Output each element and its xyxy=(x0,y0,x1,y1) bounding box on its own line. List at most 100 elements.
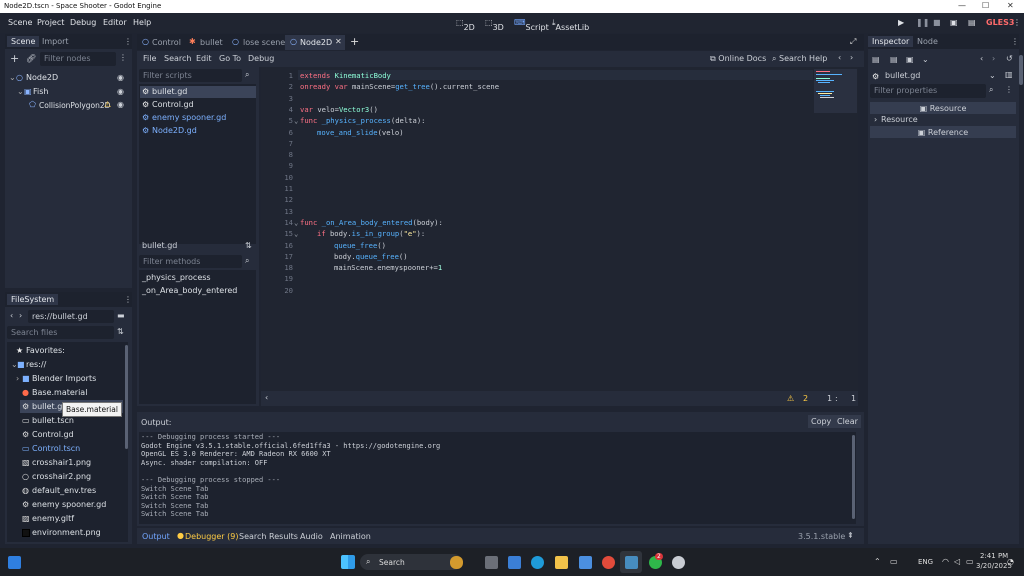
tree-node-collisionpolygon2d[interactable]: CollisionPolygon2D xyxy=(39,101,110,110)
wifi-icon[interactable]: ◠ xyxy=(942,557,949,566)
script-item-enemy-spooner[interactable]: enemy spooner.gd xyxy=(152,113,226,122)
fs-control-gd[interactable]: Control.gd xyxy=(32,430,74,439)
close-tab-icon[interactable]: ✕ xyxy=(335,37,342,46)
bottom-tab-search-results[interactable]: Search Results xyxy=(239,532,298,541)
fold-arrow-icon[interactable]: ⌄ xyxy=(294,218,298,227)
filter-scripts-input[interactable]: Filter scripts xyxy=(139,69,242,82)
output-scrollbar[interactable] xyxy=(852,435,855,519)
fs-enemy-gltf[interactable]: enemy.gltf xyxy=(32,514,74,523)
expand-arrow-icon[interactable]: › xyxy=(16,375,19,383)
scene-tab-lose-scene[interactable]: lose scene xyxy=(243,38,285,47)
search-help-button[interactable]: ⌕ Search Help xyxy=(772,54,827,64)
collapse-arrow-icon[interactable]: ⌄ xyxy=(17,88,24,96)
fullscreen-icon[interactable]: ⤢ xyxy=(850,37,856,47)
tab-scene[interactable]: Scene xyxy=(7,36,40,47)
notifications-icon[interactable]: ◔ xyxy=(1007,557,1014,566)
tree-node-node2d[interactable]: Node2D xyxy=(26,73,58,82)
chat-icon[interactable] xyxy=(508,556,521,569)
fs-enemy-spooner[interactable]: enemy spooner.gd xyxy=(32,500,106,509)
object-properties-icon[interactable]: ▥ xyxy=(1005,70,1013,79)
taskbar-search-box[interactable]: ⌕ Search xyxy=(360,554,462,570)
add-node-icon[interactable]: + xyxy=(10,52,19,65)
bottom-tab-output[interactable]: Output xyxy=(142,532,170,541)
scene-options-icon[interactable]: ⋮ xyxy=(119,53,127,62)
object-dropdown-icon[interactable]: ⌄ xyxy=(989,71,996,80)
script-menu-search[interactable]: Search xyxy=(164,54,191,63)
edge-icon[interactable] xyxy=(531,556,544,569)
method-item[interactable]: _physics_process xyxy=(142,273,211,282)
fs-res-root[interactable]: res:// xyxy=(26,360,46,369)
new-resource-icon[interactable]: ▤ xyxy=(872,55,880,64)
link-icon[interactable]: 🔗︎ xyxy=(26,54,36,63)
fs-favorites[interactable]: Favorites: xyxy=(26,346,65,355)
history-forward-icon[interactable]: › xyxy=(992,54,995,63)
history-back-icon[interactable]: ‹ xyxy=(980,54,983,63)
resource-section-header[interactable]: ▣ Resource xyxy=(870,102,1016,114)
save-options-icon[interactable]: ⌄ xyxy=(922,55,929,64)
script-item-node2d[interactable]: Node2D.gd xyxy=(152,126,197,135)
play-icon[interactable]: ▶ xyxy=(898,18,904,27)
widgets-icon[interactable] xyxy=(8,556,21,569)
chevron-up-icon[interactable]: ⌃ xyxy=(874,557,881,566)
scene-dock-menu-icon[interactable]: ⋮ xyxy=(124,37,132,46)
expand-arrow-icon[interactable]: › xyxy=(874,115,877,124)
start-icon[interactable] xyxy=(341,555,355,569)
tray-icon[interactable]: ▭ xyxy=(890,557,898,566)
online-docs-button[interactable]: ⧉ Online Docs xyxy=(710,54,766,64)
stop-icon[interactable]: ■ xyxy=(933,18,941,27)
code-minimap[interactable] xyxy=(814,69,857,113)
fs-environment-png[interactable]: environment.png xyxy=(32,528,101,537)
filesystem-path-field[interactable]: res://bullet.gd xyxy=(28,310,114,323)
tab-node[interactable]: Node xyxy=(913,36,942,47)
godot-icon[interactable] xyxy=(625,556,638,569)
file-explorer-icon[interactable] xyxy=(555,556,568,569)
open-resource-icon[interactable]: ▤ xyxy=(890,55,898,64)
close-icon[interactable]: ✕ xyxy=(1007,1,1014,10)
tab-import[interactable]: Import xyxy=(38,36,73,47)
filter-properties-input[interactable]: Filter properties xyxy=(870,84,986,98)
task-view-icon[interactable] xyxy=(485,556,498,569)
store-icon[interactable] xyxy=(579,556,592,569)
fs-crosshair2[interactable]: crosshair2.png xyxy=(32,472,91,481)
visibility-eye-icon[interactable]: ◉ xyxy=(117,88,124,96)
add-tab-icon[interactable]: + xyxy=(350,35,359,48)
scene-filter-input[interactable]: Filter nodes xyxy=(40,52,116,66)
property-options-icon[interactable]: ⋮ xyxy=(1005,85,1013,94)
tab-inspector[interactable]: Inspector xyxy=(868,36,914,47)
method-item[interactable]: _on_Area_body_entered xyxy=(142,286,237,295)
inspected-object-name[interactable]: bullet.gd xyxy=(885,71,920,80)
warning-icon[interactable]: ⚠ xyxy=(104,101,111,109)
split-view-icon[interactable]: ▬ xyxy=(117,311,125,320)
scene-tab-control[interactable]: Control xyxy=(152,38,181,47)
resource-property[interactable]: Resource xyxy=(881,115,918,124)
fold-arrow-icon[interactable]: ⌄ xyxy=(294,229,298,238)
script-item-bullet[interactable]: bullet.gd xyxy=(152,87,187,96)
bottom-tab-audio[interactable]: Audio xyxy=(300,532,323,541)
minimize-icon[interactable]: — xyxy=(958,1,966,10)
tab-filesystem[interactable]: FileSystem xyxy=(7,294,59,305)
reference-section-header[interactable]: ▣ Reference xyxy=(870,126,1016,138)
play-custom-icon[interactable]: ▤ xyxy=(968,18,976,27)
chrome-icon[interactable] xyxy=(602,556,615,569)
renderer-dropdown-icon[interactable]: ⋮ xyxy=(1013,18,1021,27)
forward-arrow-icon[interactable]: › xyxy=(19,311,22,320)
script-menu-file[interactable]: File xyxy=(143,54,156,63)
tree-node-fish[interactable]: Fish xyxy=(33,87,48,96)
code-editor[interactable]: 1 2 3 4 5 6 7 8 9 10 11 12 13 14 15 16 1… xyxy=(261,67,858,391)
pin-panel-icon[interactable]: ⇞ xyxy=(847,531,854,540)
fs-crosshair1[interactable]: crosshair1.png xyxy=(32,458,91,467)
workspace-assetlib[interactable]: ⤓ AssetLib xyxy=(552,18,589,32)
fs-blender-imports[interactable]: Blender Imports xyxy=(32,374,96,383)
pause-icon[interactable]: ❚❚ xyxy=(916,18,929,27)
scene-tab-node2d[interactable]: Node2D xyxy=(300,38,332,47)
fs-default-env[interactable]: default_env.tres xyxy=(32,486,96,495)
prev-script-icon[interactable]: ‹ xyxy=(838,53,841,62)
fold-arrow-icon[interactable]: ⌄ xyxy=(294,116,298,125)
back-arrow-icon[interactable]: ‹ xyxy=(10,311,13,320)
next-script-icon[interactable]: › xyxy=(850,53,853,62)
menu-project[interactable]: Project xyxy=(37,18,64,27)
menu-debug[interactable]: Debug xyxy=(70,18,96,27)
search-highlight-icon[interactable] xyxy=(450,556,463,569)
filesystem-scrollbar[interactable] xyxy=(125,345,128,449)
app-icon[interactable] xyxy=(672,556,685,569)
